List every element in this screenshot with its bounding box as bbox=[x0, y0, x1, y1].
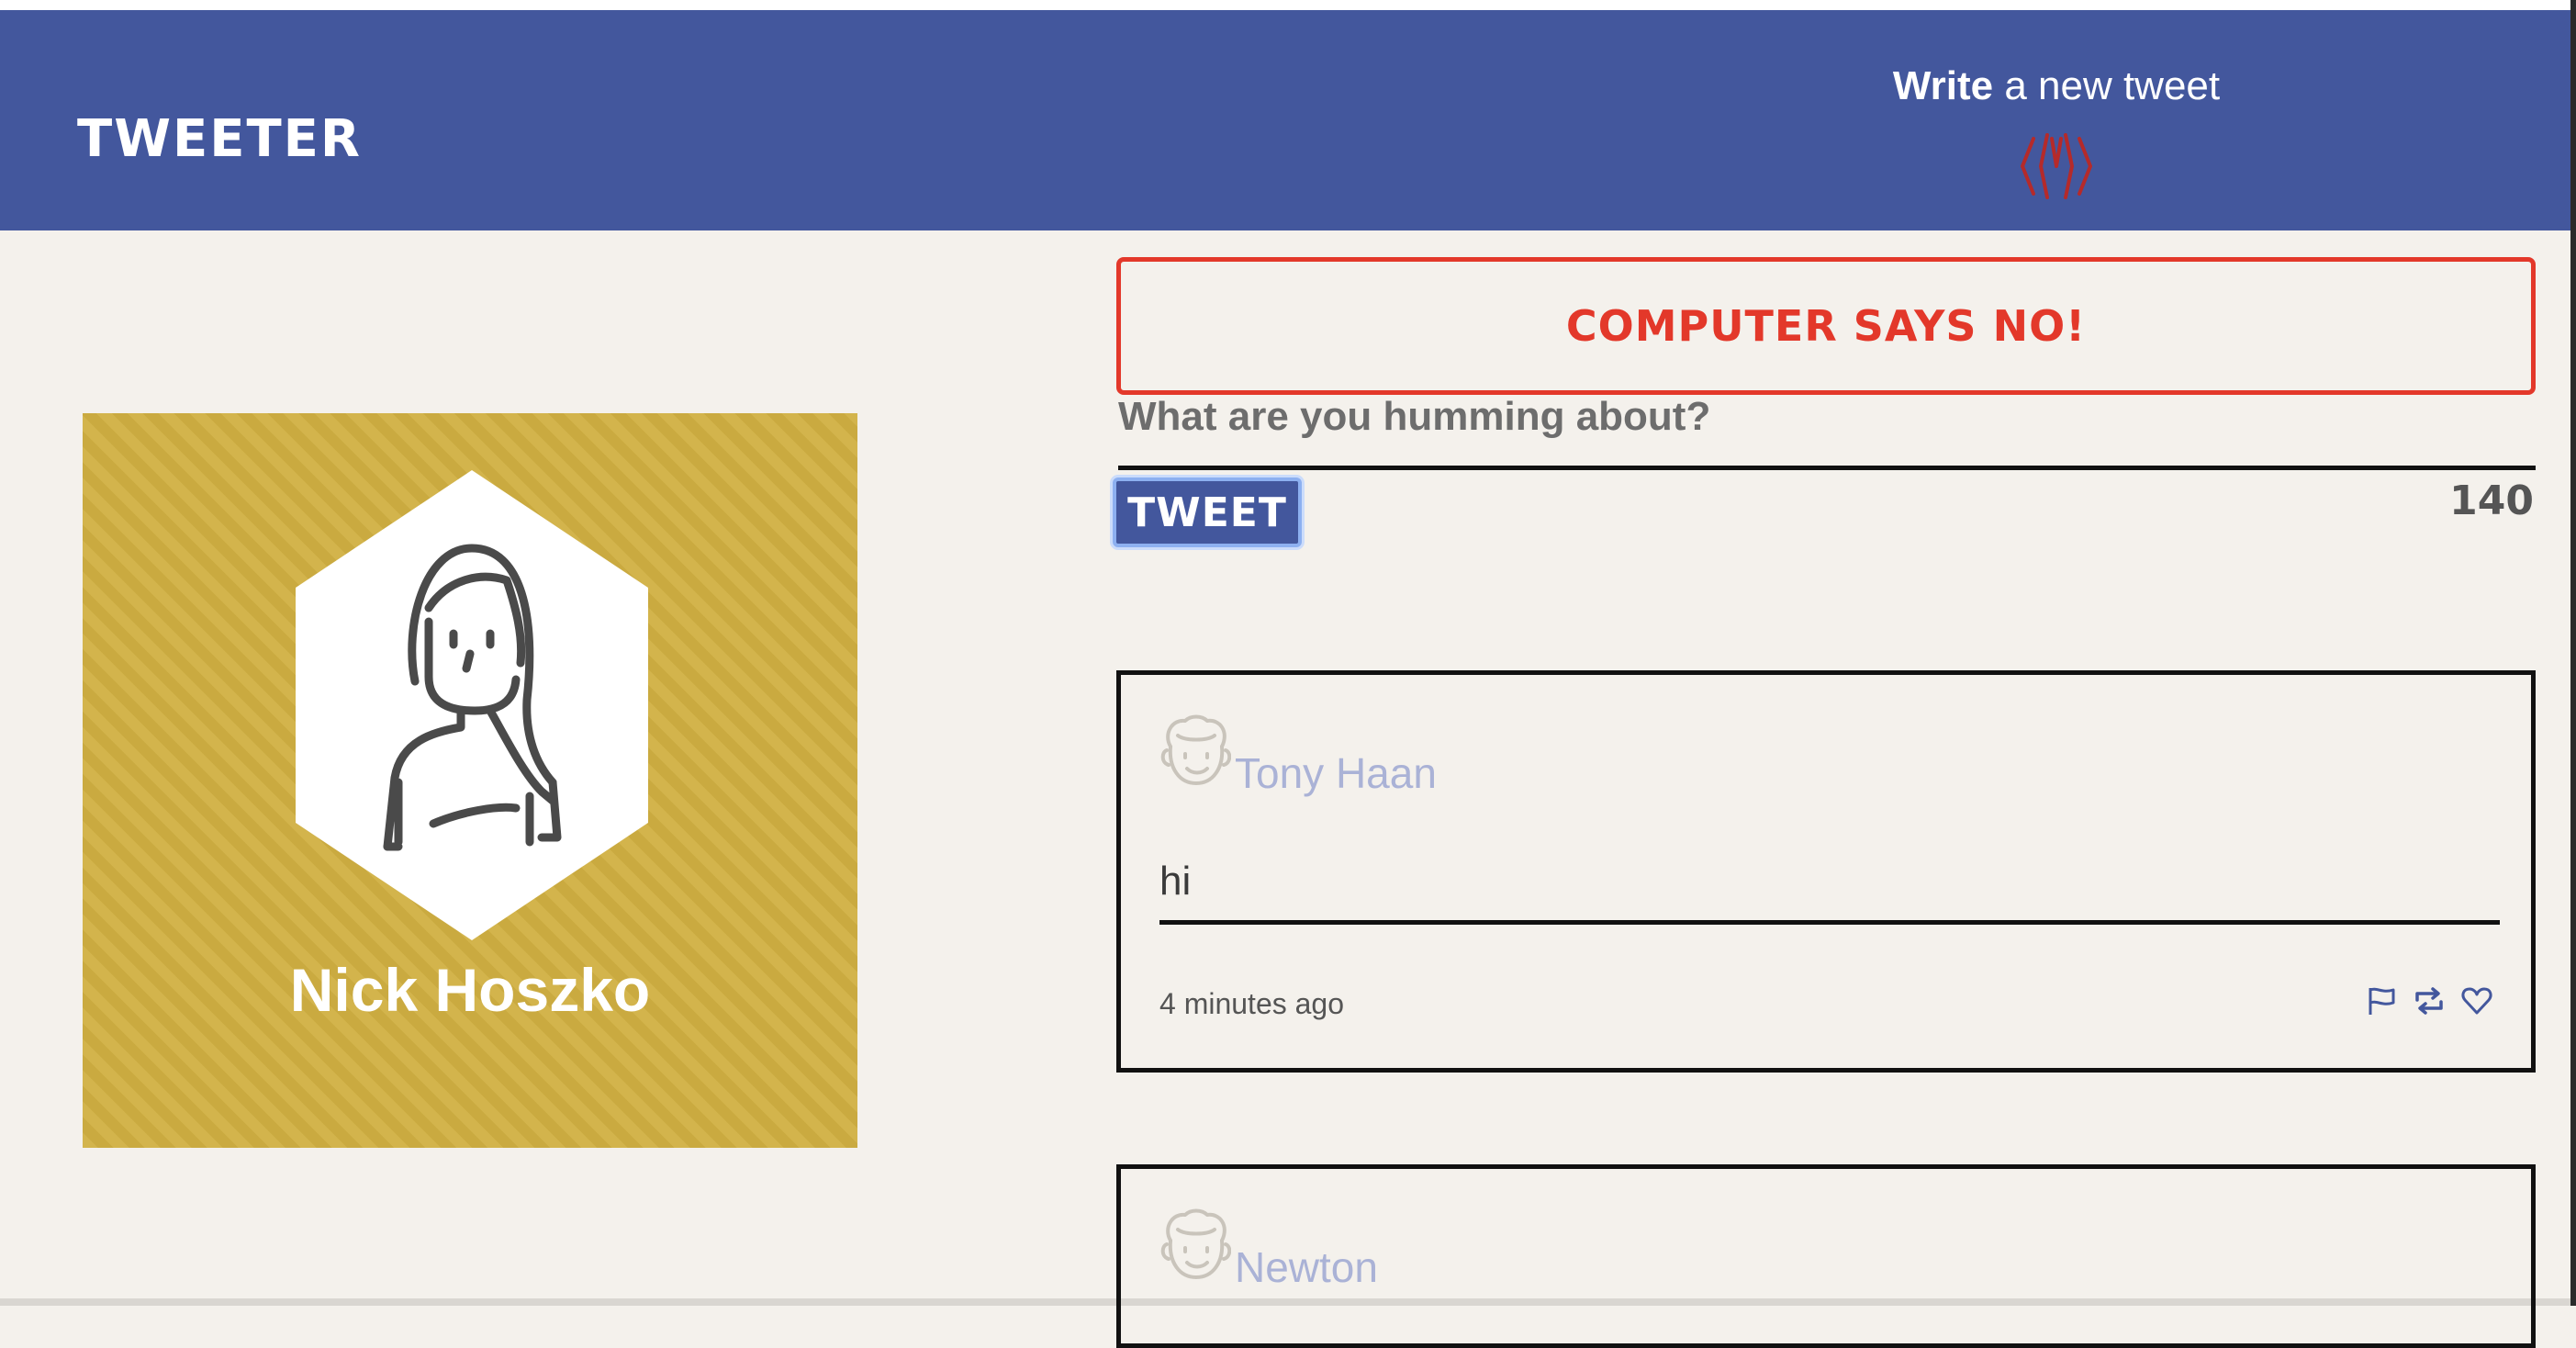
user-avatar-icon bbox=[1160, 1208, 1231, 1279]
site-logo[interactable]: TWEETER bbox=[77, 109, 362, 169]
profile-card: Nick Hoszko bbox=[83, 413, 857, 1148]
error-banner: COMPUTER SAYS NO! bbox=[1116, 257, 2536, 395]
profile-name: Nick Hoszko bbox=[289, 956, 651, 1024]
flag-icon[interactable] bbox=[2366, 985, 2397, 1017]
compose-toggle-label-rest: a new tweet bbox=[1993, 63, 2221, 108]
tweet-author[interactable]: Newton bbox=[1235, 1242, 1378, 1292]
tweet-input[interactable] bbox=[1118, 386, 2536, 470]
window-edge bbox=[2570, 0, 2576, 1306]
tweet-card: Tony Haan hi 4 minutes ago bbox=[1116, 670, 2536, 1073]
user-avatar-icon bbox=[1160, 714, 1231, 785]
tweet-timestamp: 4 minutes ago bbox=[1159, 987, 1345, 1020]
compose-toggle-label-strong: Write bbox=[1892, 63, 1994, 108]
site-header: TWEETER Write a new tweet bbox=[0, 10, 2570, 230]
compose-toggle-button[interactable]: Write a new tweet bbox=[1873, 63, 2240, 201]
compose-toggle-label: Write a new tweet bbox=[1873, 63, 2240, 109]
error-message: COMPUTER SAYS NO! bbox=[1565, 301, 2087, 351]
tweet-author[interactable]: Tony Haan bbox=[1235, 748, 1437, 798]
profile-avatar bbox=[296, 470, 648, 940]
tweet-submit-button[interactable]: TWEET bbox=[1113, 477, 1302, 547]
character-counter: 140 bbox=[2449, 477, 2534, 524]
tweet-text: hi bbox=[1159, 859, 2500, 925]
retweet-icon[interactable] bbox=[2414, 985, 2445, 1017]
heart-icon[interactable] bbox=[2461, 985, 2492, 1017]
browser-top-strip bbox=[0, 0, 2576, 10]
tweet-card: Newton bbox=[1116, 1164, 2536, 1348]
tweet-actions bbox=[2366, 985, 2492, 1017]
double-chevron-down-icon bbox=[2021, 133, 2092, 199]
